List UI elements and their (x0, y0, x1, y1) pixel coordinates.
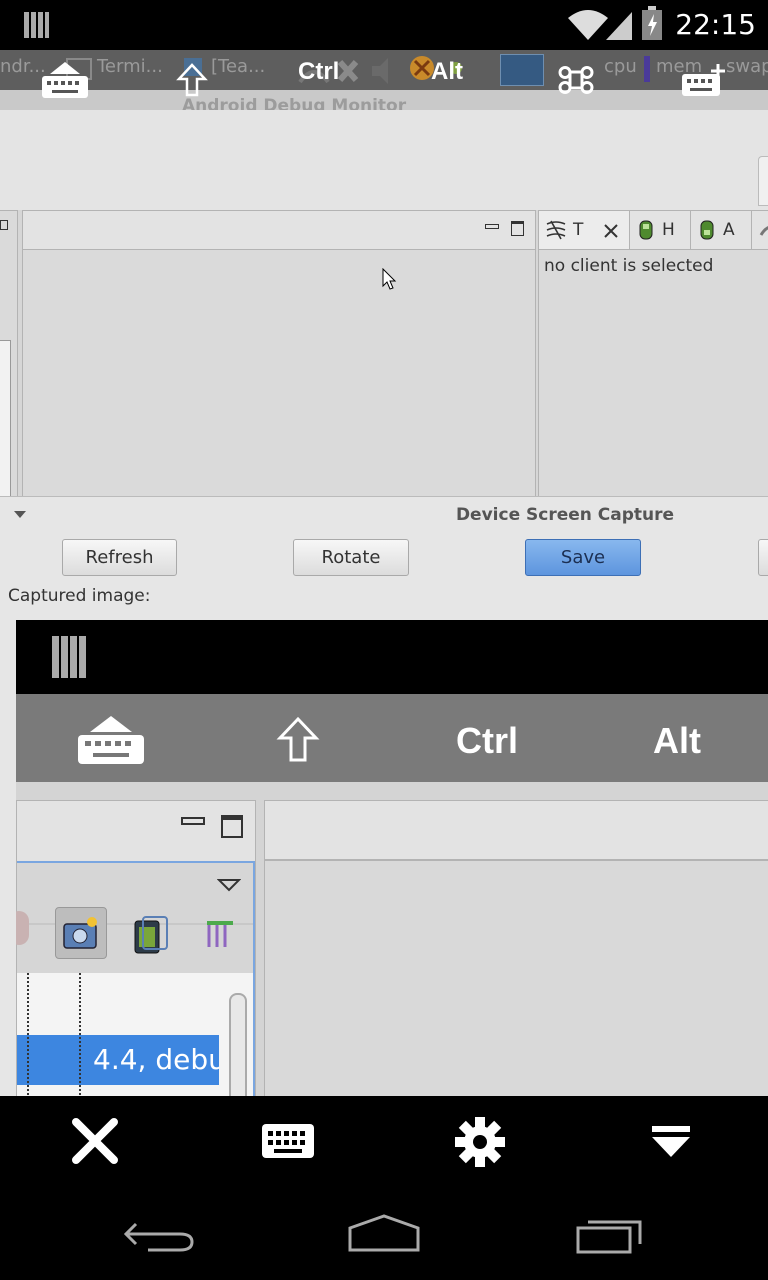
notification-app-icon (24, 12, 49, 38)
maximize-icon[interactable] (0, 220, 8, 230)
panel-task-teamviewer[interactable]: [Tea... (211, 56, 265, 77)
devices-list-edge (0, 340, 11, 498)
keyboard-icon[interactable] (260, 1122, 316, 1160)
android-nav-bar (0, 1186, 768, 1280)
captured-pane-header (17, 801, 255, 862)
captured-editor-pane (264, 800, 768, 1096)
captured-screen-capture-icon (55, 907, 107, 959)
hide-keyboard-icon[interactable] (40, 60, 90, 100)
editor-pane-header (23, 211, 535, 250)
captured-minimize-icon (181, 817, 205, 825)
home-icon[interactable] (346, 1214, 422, 1254)
workspace-switcher[interactable] (500, 54, 544, 86)
signal-icon (606, 12, 632, 40)
no-client-message: no client is selected (544, 256, 714, 276)
tab-allocation-label: A (723, 220, 735, 240)
captured-stop-icon (16, 911, 29, 945)
minimize-icon[interactable] (485, 224, 499, 229)
captured-status-bar (16, 620, 768, 694)
cpu-monitor: cpu (604, 56, 637, 77)
captured-alt-key: Alt (653, 720, 701, 761)
clock: 22:15 (675, 8, 756, 41)
captured-image-label: Captured image: (8, 586, 151, 606)
captured-view-menu-icon (217, 879, 241, 892)
extra-keys-icon[interactable] (680, 62, 728, 98)
captured-hide-keyboard-icon (78, 716, 144, 764)
tab-heap-label: H (662, 220, 675, 240)
toolbar-area (0, 110, 768, 210)
captured-tree-line (27, 973, 29, 1096)
recent-apps-icon[interactable] (574, 1214, 646, 1256)
panel-task-terminal[interactable]: Termi... (97, 56, 163, 77)
hide-toolbar-icon[interactable] (650, 1124, 692, 1160)
captured-systrace-icon (207, 921, 233, 947)
battery-icon (642, 6, 662, 40)
mouse-cursor-icon (382, 268, 397, 290)
maximize-icon[interactable] (511, 221, 524, 236)
captured-device-icon (134, 916, 168, 954)
alt-key[interactable]: Alt (431, 58, 463, 86)
android-status-bar: 22:15 (0, 0, 768, 50)
captured-ctrl-key: Ctrl (456, 720, 518, 761)
back-icon[interactable] (122, 1216, 196, 1256)
panel-task-adt[interactable]: ndr... (0, 56, 46, 77)
dialog-title: Device Screen Capture (455, 505, 675, 525)
shift-key-icon[interactable] (176, 62, 208, 98)
captured-scrollbar (229, 993, 247, 1096)
editor-pane (22, 210, 536, 502)
network-stats-icon[interactable] (757, 221, 768, 241)
captured-tree-line (79, 973, 81, 1096)
tab-heap[interactable]: H (630, 211, 691, 249)
heap-icon (639, 220, 653, 240)
tab-threads[interactable]: T (539, 211, 630, 249)
cpu-graph (644, 56, 650, 82)
captured-notification-icon (52, 636, 86, 678)
copy-button-edge[interactable] (758, 539, 768, 576)
allocation-icon (700, 220, 714, 240)
swap-monitor: swap (726, 56, 768, 77)
captured-devices-view: 4.4, debug (16, 861, 255, 1096)
captured-devices-pane: 4.4, debug (16, 800, 256, 1096)
command-key-icon[interactable] (558, 62, 594, 98)
close-tab-icon[interactable] (603, 223, 619, 239)
captured-editor-header (265, 801, 768, 861)
refresh-button[interactable]: Refresh (62, 539, 177, 576)
threads-pane: T H A no client is selected (538, 210, 768, 502)
captured-maximize-icon (221, 815, 243, 838)
disconnect-icon[interactable] (70, 1116, 120, 1166)
rotate-button[interactable]: Rotate (293, 539, 409, 576)
vnc-toolbar (0, 1096, 768, 1186)
ctrl-key[interactable]: Ctrl (298, 58, 339, 86)
threads-icon (546, 220, 566, 240)
captured-shift-icon (276, 716, 320, 762)
settings-gear-icon[interactable] (454, 1116, 506, 1168)
tab-threads-label: T (573, 220, 584, 240)
captured-image: Ctrl Alt 4.4, debu (16, 620, 768, 1096)
captured-device-version: 4.4, debug (93, 1043, 219, 1076)
tab-allocation[interactable]: A (691, 211, 752, 249)
save-button[interactable]: Save (525, 539, 641, 576)
perspective-switcher[interactable] (758, 156, 768, 206)
